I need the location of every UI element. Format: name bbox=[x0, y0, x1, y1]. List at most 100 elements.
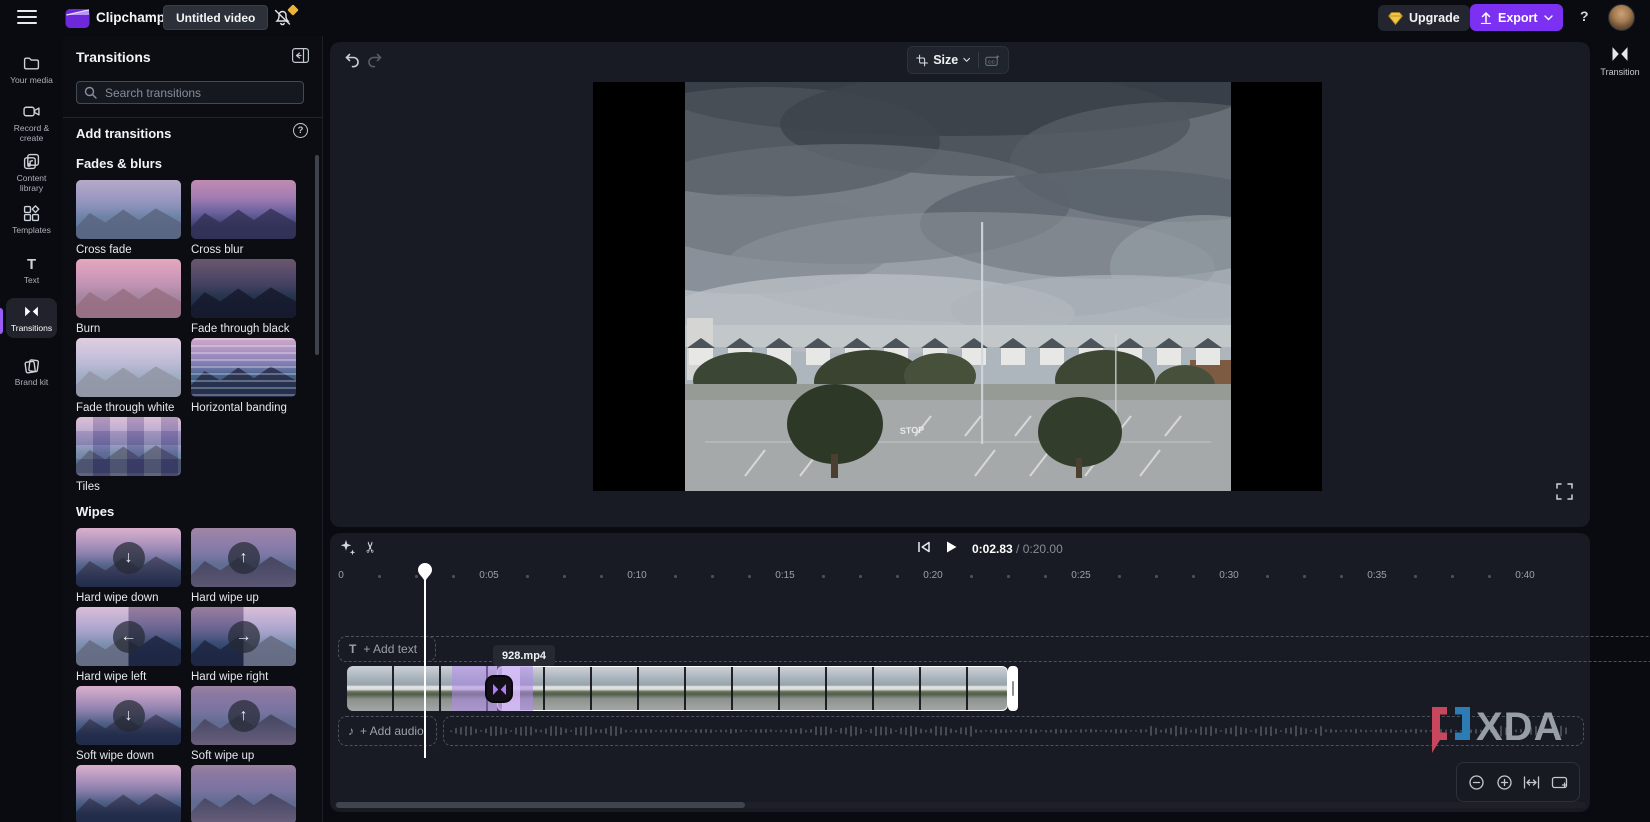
play-button[interactable] bbox=[943, 539, 959, 555]
hamburger-menu-icon[interactable] bbox=[17, 9, 37, 25]
avatar[interactable] bbox=[1608, 4, 1635, 31]
timeline-ruler[interactable]: 00:050:100:150:200:250:300:350:40 bbox=[330, 566, 1590, 590]
waveform-bar bbox=[1270, 726, 1272, 736]
waveform-bar bbox=[1335, 730, 1337, 733]
transition-thumb[interactable]: ↓ bbox=[76, 528, 181, 587]
audio-track[interactable] bbox=[443, 716, 1584, 746]
transition-card[interactable]: Fade through black bbox=[191, 259, 296, 336]
waveform-bar bbox=[1000, 729, 1002, 733]
waveform-bar bbox=[1365, 730, 1367, 733]
active-indicator bbox=[0, 308, 3, 334]
undo-button[interactable] bbox=[343, 51, 361, 68]
transition-card[interactable]: ↓Soft wipe down bbox=[76, 686, 181, 763]
notifications-off-icon[interactable] bbox=[273, 8, 297, 30]
waveform-bar bbox=[770, 729, 772, 732]
document-title[interactable]: Untitled video bbox=[163, 5, 268, 30]
transition-thumb[interactable]: ↑ bbox=[191, 528, 296, 587]
waveform-bar bbox=[1305, 728, 1307, 734]
transition-thumb[interactable] bbox=[76, 259, 181, 318]
add-text-button[interactable]: T + Add text bbox=[338, 636, 436, 662]
transition-thumb[interactable] bbox=[191, 338, 296, 397]
timeline-scrollbar-thumb[interactable] bbox=[336, 802, 745, 808]
skip-to-start-button[interactable] bbox=[916, 539, 932, 555]
transition-card[interactable]: Horizontal banding bbox=[191, 338, 296, 415]
transition-card[interactable]: Cross blur bbox=[191, 180, 296, 257]
add-audio-button[interactable]: ♪ + Add audio bbox=[338, 716, 437, 746]
waveform-bar bbox=[620, 727, 622, 734]
zoom-out-icon[interactable] bbox=[1468, 774, 1485, 791]
waveform-bar bbox=[960, 727, 962, 734]
fullscreen-icon[interactable] bbox=[1556, 483, 1573, 500]
redo-button[interactable] bbox=[366, 51, 384, 68]
search-input[interactable] bbox=[103, 85, 296, 101]
transition-card[interactable] bbox=[191, 765, 296, 822]
upgrade-button[interactable]: Upgrade bbox=[1378, 5, 1470, 31]
size-dropdown[interactable]: Size CC bbox=[907, 46, 1009, 74]
panel-scrollbar[interactable] bbox=[315, 155, 319, 355]
waveform-bar bbox=[1250, 730, 1252, 732]
waveform-bar bbox=[665, 730, 667, 733]
transition-thumb[interactable] bbox=[191, 765, 296, 822]
transition-card[interactable]: Fade through white bbox=[76, 338, 181, 415]
transition-card[interactable]: ↑Soft wipe up bbox=[191, 686, 296, 763]
zoom-to-fit-icon[interactable] bbox=[1551, 774, 1568, 791]
transition-thumb[interactable]: → bbox=[191, 607, 296, 666]
sidebar-item-templates[interactable]: Templates bbox=[6, 200, 57, 240]
transition-card[interactable]: ↑Hard wipe up bbox=[191, 528, 296, 605]
transition-card[interactable]: Burn bbox=[76, 259, 181, 336]
waveform-bar bbox=[1070, 730, 1072, 733]
waveform-bar bbox=[925, 730, 927, 733]
waveform-bar bbox=[725, 729, 727, 732]
transition-card[interactable]: Cross fade bbox=[76, 180, 181, 257]
transition-card[interactable]: ←Hard wipe left bbox=[76, 607, 181, 684]
right-panel-tab-transition[interactable]: Transition bbox=[1597, 45, 1643, 77]
sidebar-item-transitions[interactable]: Transitions bbox=[6, 298, 57, 338]
waveform-bar bbox=[995, 729, 997, 734]
chevron-down-icon bbox=[963, 57, 970, 63]
transition-card[interactable]: →Hard wipe right bbox=[191, 607, 296, 684]
transition-thumb[interactable]: ← bbox=[76, 607, 181, 666]
waveform-bar bbox=[720, 730, 722, 733]
transition-card[interactable]: ↓Hard wipe down bbox=[76, 528, 181, 605]
sidebar-item-brand-kit[interactable]: Brand kit bbox=[6, 352, 57, 392]
collapse-panel-icon[interactable] bbox=[292, 48, 309, 63]
fit-to-width-icon[interactable] bbox=[1523, 774, 1540, 791]
waveform-bar bbox=[1370, 730, 1372, 732]
sidebar-item-content-library[interactable]: Content library bbox=[6, 148, 57, 198]
waveform-bar bbox=[1205, 727, 1207, 735]
waveform-bar bbox=[520, 727, 522, 736]
zoom-in-icon[interactable] bbox=[1496, 774, 1513, 791]
waveform-bar bbox=[550, 726, 552, 736]
ruler-tick-dot bbox=[1155, 575, 1158, 578]
transition-thumb[interactable] bbox=[191, 259, 296, 318]
transition-card[interactable] bbox=[76, 765, 181, 822]
transition-thumb[interactable] bbox=[76, 417, 181, 476]
clipchamp-app: Clipchamp Untitled video Upgrade Export bbox=[0, 0, 1650, 822]
magic-wand-icon[interactable] bbox=[339, 539, 357, 557]
split-scissors-icon[interactable]: ✂ bbox=[361, 541, 379, 554]
transition-thumb[interactable]: ↓ bbox=[76, 686, 181, 745]
sidebar-item-text[interactable]: T Text bbox=[6, 250, 57, 290]
transition-thumb[interactable] bbox=[76, 765, 181, 822]
transition-thumb[interactable] bbox=[76, 180, 181, 239]
captions-icon[interactable]: CC bbox=[985, 53, 1000, 68]
ruler-tick-dot bbox=[822, 575, 825, 578]
video-clip-2-selected[interactable] bbox=[497, 666, 1008, 711]
help-circle-icon[interactable]: ? bbox=[293, 123, 308, 138]
sidebar-item-your-media[interactable]: Your media bbox=[6, 50, 57, 90]
transition-card[interactable]: Tiles bbox=[76, 417, 181, 494]
waveform-bar bbox=[965, 727, 967, 735]
transition-thumb[interactable]: ↑ bbox=[191, 686, 296, 745]
export-button[interactable]: Export bbox=[1470, 4, 1563, 31]
help-button[interactable]: ? bbox=[1580, 8, 1589, 24]
waveform-bar bbox=[800, 728, 802, 734]
waveform-bar bbox=[580, 727, 582, 736]
waveform-bar bbox=[940, 726, 942, 735]
sidebar-item-record-create[interactable]: Record & create bbox=[6, 98, 57, 148]
waveform-bar bbox=[1330, 729, 1332, 733]
timeline-zoom-controls bbox=[1456, 762, 1580, 802]
transition-thumb[interactable] bbox=[191, 180, 296, 239]
clip-trim-handle[interactable] bbox=[1008, 666, 1018, 711]
timeline-transition-icon[interactable] bbox=[485, 675, 513, 703]
transition-thumb[interactable] bbox=[76, 338, 181, 397]
